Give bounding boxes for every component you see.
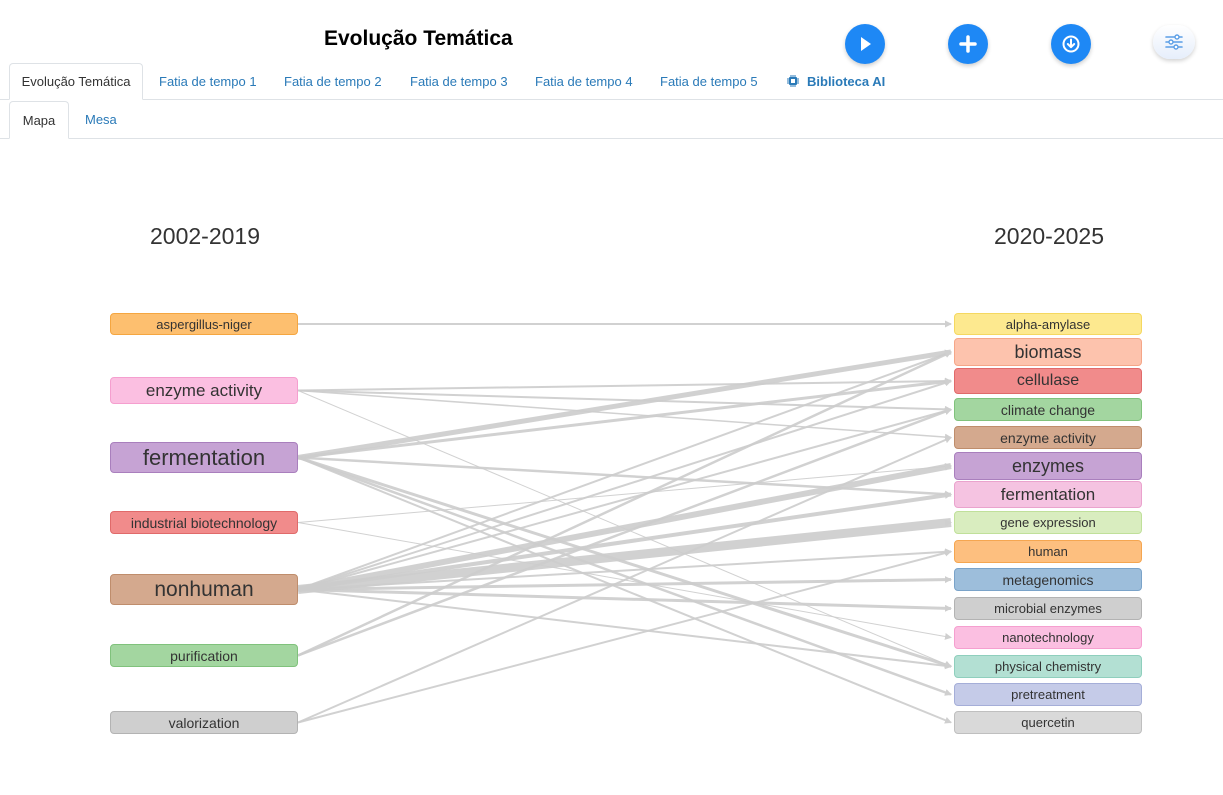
right-node-microbial-enzymes[interactable]: microbial enzymes — [954, 597, 1142, 620]
right-node-enzyme-activity[interactable]: enzyme activity — [954, 426, 1142, 449]
right-node-physical-chemistry[interactable]: physical chemistry — [954, 655, 1142, 678]
flow-line-nonhuman-to-physical-chemistry — [297, 588, 952, 670]
flow-line-nonhuman-to-microbial-enzymes — [297, 588, 952, 612]
left-node-industrial-biotechnology[interactable]: industrial biotechnology — [110, 511, 298, 534]
right-node-human[interactable]: human — [954, 540, 1142, 563]
right-node-metagenomics[interactable]: metagenomics — [954, 568, 1142, 591]
left-node-valorization[interactable]: valorization — [110, 711, 298, 734]
flow-line-fermentation-to-quercetin — [297, 456, 952, 724]
left-node-purification[interactable]: purification — [110, 644, 298, 667]
right-node-nanotechnology[interactable]: nanotechnology — [954, 626, 1142, 649]
right-node-alpha-amylase[interactable]: alpha-amylase — [954, 313, 1142, 335]
right-node-quercetin[interactable]: quercetin — [954, 711, 1142, 734]
right-node-pretreatment[interactable]: pretreatment — [954, 683, 1142, 706]
right-node-cellulase[interactable]: cellulase — [954, 368, 1142, 394]
right-node-climate-change[interactable]: climate change — [954, 398, 1142, 421]
left-node-nonhuman[interactable]: nonhuman — [110, 574, 298, 605]
right-node-biomass[interactable]: biomass — [954, 338, 1142, 366]
flow-line-fermentation-to-biomass — [297, 349, 952, 460]
left-node-fermentation[interactable]: fermentation — [110, 442, 298, 473]
flow-line-enzyme-activity-to-cellulase — [297, 377, 952, 392]
left-node-enzyme-activity[interactable]: enzyme activity — [110, 377, 298, 404]
left-node-aspergillus-niger[interactable]: aspergillus-niger — [110, 313, 298, 335]
right-node-fermentation[interactable]: fermentation — [954, 481, 1142, 508]
right-node-enzymes[interactable]: enzymes — [954, 452, 1142, 480]
right-node-gene-expression[interactable]: gene expression — [954, 511, 1142, 534]
